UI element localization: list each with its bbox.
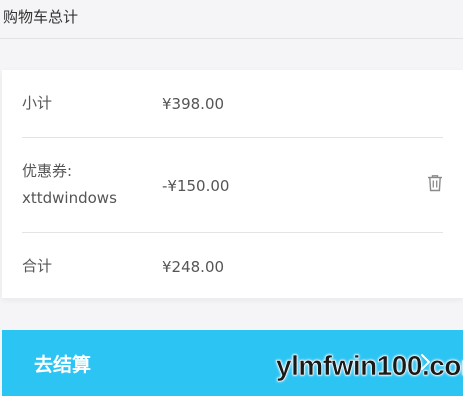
coupon-label: 优惠券: (22, 162, 73, 180)
coupon-row: 优惠券: xttdwindows -¥150.00 (22, 158, 443, 214)
total-row: 合计 ¥248.00 (22, 253, 443, 280)
trash-icon[interactable] (427, 174, 443, 192)
subtotal-value: ¥398.00 (162, 95, 225, 113)
subtotal-row: 小计 ¥398.00 (22, 90, 443, 117)
watermark-text: ylmfwin100.com (276, 350, 463, 382)
divider (22, 137, 443, 138)
coupon-discount-value: -¥150.00 (162, 177, 230, 195)
cart-totals-card: 小计 ¥398.00 优惠券: xttdwindows -¥150.00 合计 … (2, 70, 463, 298)
checkout-button-label: 去结算 (34, 354, 92, 376)
total-value: ¥248.00 (162, 258, 225, 276)
subtotal-label: 小计 (22, 94, 53, 112)
total-label: 合计 (22, 257, 53, 275)
cart-totals-header: 购物车总计 (0, 0, 463, 39)
divider (22, 232, 443, 233)
coupon-code: xttdwindows (22, 189, 117, 207)
page-title: 购物车总计 (3, 8, 79, 26)
